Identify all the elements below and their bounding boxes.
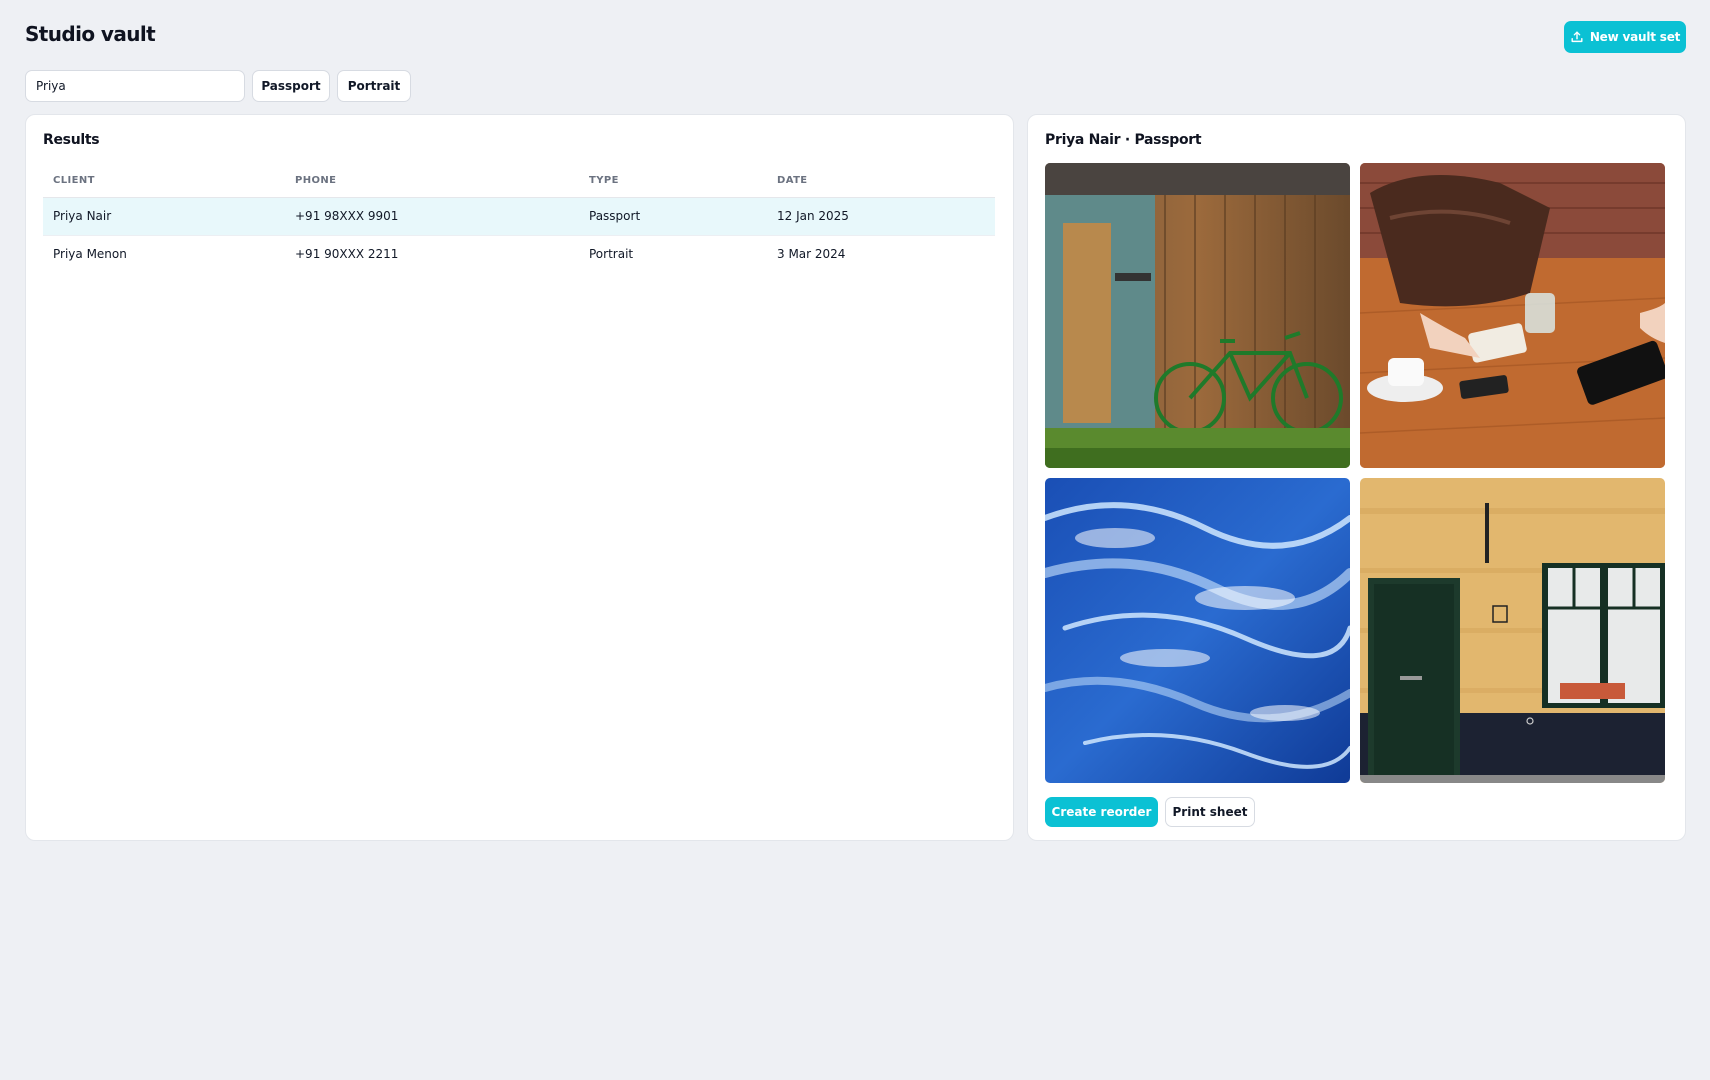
detail-title: Priya Nair · Passport	[1045, 132, 1202, 148]
table-row[interactable]: Priya Menon +91 90XXX 2211 Portrait 3 Ma…	[43, 235, 995, 273]
bicycle-shed-photo[interactable]	[1045, 163, 1350, 468]
create-reorder-button[interactable]: Create reorder	[1045, 797, 1158, 827]
cell-date: 3 Mar 2024	[777, 247, 846, 262]
search-input[interactable]	[25, 70, 245, 102]
new-vault-set-label: New vault set	[1589, 30, 1681, 44]
column-header-type[interactable]: TYPE	[579, 165, 767, 198]
new-vault-set-button[interactable]: New vault set	[1564, 21, 1686, 53]
print-sheet-button[interactable]: Print sheet	[1165, 797, 1255, 827]
cell-date: 12 Jan 2025	[767, 197, 995, 236]
table-header-row: CLIENT PHONE TYPE DATE	[43, 165, 995, 198]
cell-phone: +91 90XXX 2211	[295, 247, 399, 262]
column-header-date[interactable]: DATE	[767, 165, 995, 198]
detail-panel: Priya Nair · Passport Create reorder Pri…	[1027, 114, 1686, 841]
results-title: Results	[43, 132, 100, 148]
cell-type: Passport	[579, 197, 767, 236]
cell-type: Portrait	[589, 247, 634, 262]
cafe-table-photo[interactable]	[1360, 163, 1665, 468]
green-door-photo[interactable]	[1360, 478, 1665, 783]
filter-chip-portrait[interactable]: Portrait	[337, 70, 411, 102]
column-header-phone[interactable]: PHONE	[285, 165, 579, 198]
upload-icon	[1571, 31, 1583, 43]
cell-client: Priya Menon	[53, 247, 127, 262]
app-title: Studio vault	[25, 22, 156, 46]
cell-phone: +91 98XXX 9901	[285, 197, 579, 236]
table-row[interactable]: Priya Nair +91 98XXX 9901 Passport 12 Ja…	[43, 197, 995, 236]
photo-grid	[1045, 163, 1665, 783]
results-panel: Results CLIENT PHONE TYPE DATE Priya Nai…	[25, 114, 1014, 841]
filter-chip-passport[interactable]: Passport	[252, 70, 330, 102]
column-header-client[interactable]: CLIENT	[43, 165, 285, 198]
results-table: CLIENT PHONE TYPE DATE Priya Nair +91 98…	[43, 165, 995, 273]
cell-client: Priya Nair	[43, 197, 285, 236]
ocean-waves-photo[interactable]	[1045, 478, 1350, 783]
